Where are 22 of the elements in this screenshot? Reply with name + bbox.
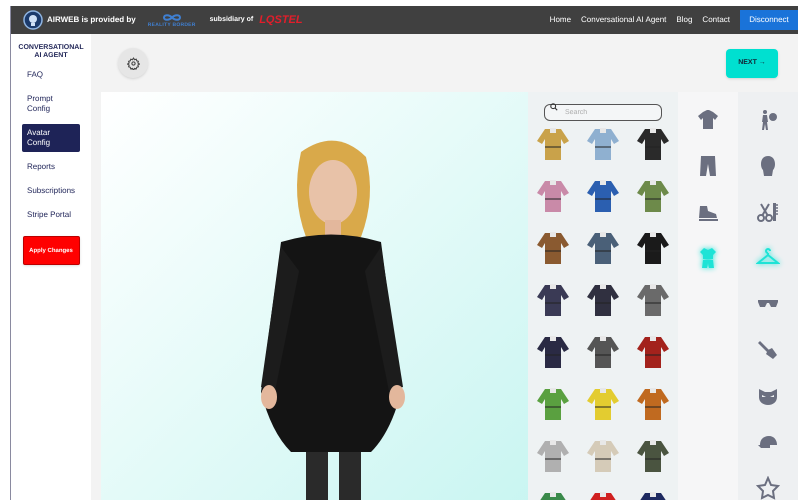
parent-logo-text: LQSTEL xyxy=(259,12,303,28)
sidebar-item[interactable]: FAQ xyxy=(22,66,80,84)
star-icon[interactable] xyxy=(756,476,780,500)
logo-icon xyxy=(23,10,43,30)
infinity-logo-icon xyxy=(160,12,183,23)
search-icon xyxy=(550,102,558,110)
settings-button[interactable] xyxy=(118,48,148,78)
nav-link[interactable]: Blog xyxy=(676,14,692,26)
sidebar-item[interactable]: Avatar Config xyxy=(22,124,80,152)
sidebar-item[interactable]: Reports xyxy=(22,158,80,176)
settings-icon xyxy=(126,56,140,70)
sidebar-item[interactable]: Subscriptions xyxy=(22,182,80,200)
nav-link[interactable]: Home xyxy=(550,14,572,26)
scissors-icon[interactable] xyxy=(756,200,780,224)
disconnect-button[interactable]: Disconnect xyxy=(740,10,798,30)
brush-icon[interactable] xyxy=(756,338,780,362)
shirt-icon[interactable] xyxy=(696,108,720,132)
nav-link[interactable]: Conversational AI Agent xyxy=(581,14,666,26)
sidebar-item[interactable]: Prompt Config xyxy=(22,90,80,118)
brand-text: AIRWEB is provided by xyxy=(47,14,136,26)
nav-link[interactable]: Contact xyxy=(702,14,730,26)
sidebar-item[interactable]: Stripe Portal xyxy=(22,206,80,224)
